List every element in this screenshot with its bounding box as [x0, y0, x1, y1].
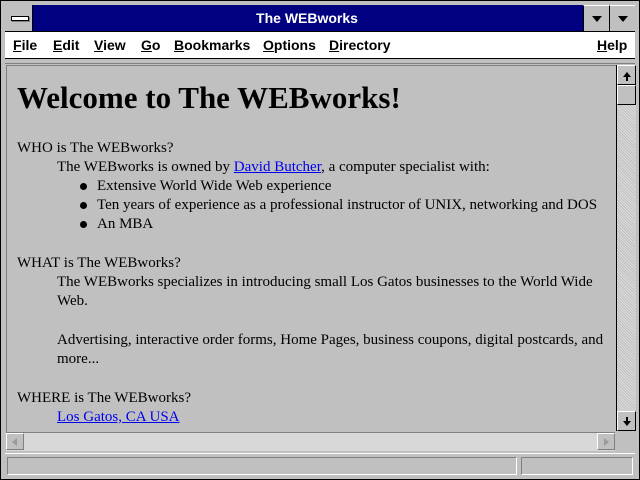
who-intro-after: , a computer specialist with:	[321, 159, 490, 175]
bullet-icon	[80, 221, 87, 228]
los-gatos-link[interactable]: Los Gatos, CA USA	[57, 408, 180, 427]
bullet-icon	[80, 202, 87, 209]
what-question: WHAT is The WEBworks?	[17, 255, 181, 271]
vertical-scroll-thumb[interactable]	[617, 85, 636, 105]
system-menu-icon[interactable]	[5, 5, 33, 31]
status-progress	[521, 457, 633, 475]
bullet-icon	[80, 183, 87, 190]
what-p2-line1: Advertising, interactive order forms, Ho…	[57, 332, 604, 348]
toolbar-divider	[5, 59, 635, 64]
who-bullet-3: An MBA	[97, 216, 154, 232]
menu-go[interactable]: Go	[141, 32, 160, 58]
menu-file[interactable]: File	[13, 32, 37, 58]
arrow-right-icon[interactable]	[597, 433, 615, 450]
david-butcher-link[interactable]: David Butcher	[234, 159, 321, 175]
menu-options[interactable]: Options	[263, 32, 316, 58]
where-question: WHERE is The WEBworks?	[17, 390, 192, 406]
who-bullet-2: Ten years of experience as a professiona…	[97, 197, 598, 213]
status-bar	[5, 453, 635, 476]
minimize-icon[interactable]	[583, 5, 609, 31]
menu-bar: File Edit View Go Bookmarks Options Dire…	[5, 32, 635, 59]
menu-view[interactable]: View	[94, 32, 126, 58]
page-content: Welcome to The WEBworks! WHO is The WEBw…	[6, 65, 616, 432]
vertical-scrollbar[interactable]	[616, 65, 636, 431]
menu-help[interactable]: Help	[597, 32, 627, 58]
who-intro: The WEBworks is owned by David Butcher, …	[57, 158, 490, 177]
scrollbar-corner	[616, 432, 636, 451]
browser-window: The WEBworks File Edit View Go Bookmarks…	[0, 0, 640, 480]
status-message	[7, 457, 517, 475]
menu-bookmarks[interactable]: Bookmarks	[174, 32, 250, 58]
who-intro-before: The WEBworks is owned by	[57, 159, 234, 175]
what-p1-line1: The WEBworks specializes in introducing …	[57, 274, 593, 290]
arrow-left-icon[interactable]	[6, 433, 24, 450]
horizontal-scrollbar[interactable]	[6, 432, 615, 451]
menu-edit[interactable]: Edit	[53, 32, 79, 58]
page-heading: Welcome to The WEBworks!	[17, 80, 401, 115]
vertical-scroll-track[interactable]	[617, 85, 636, 411]
arrow-up-icon[interactable]	[617, 65, 636, 85]
what-p1-line2: Web.	[57, 293, 88, 309]
title-bar[interactable]: The WEBworks	[5, 5, 635, 32]
window-title: The WEBworks	[256, 10, 358, 26]
menu-directory[interactable]: Directory	[329, 32, 390, 58]
arrow-down-icon[interactable]	[617, 411, 636, 431]
who-bullet-1: Extensive World Wide Web experience	[97, 178, 332, 194]
what-p2-line2: more...	[57, 351, 100, 367]
who-question: WHO is The WEBworks?	[17, 140, 174, 156]
maximize-icon[interactable]	[609, 5, 635, 31]
